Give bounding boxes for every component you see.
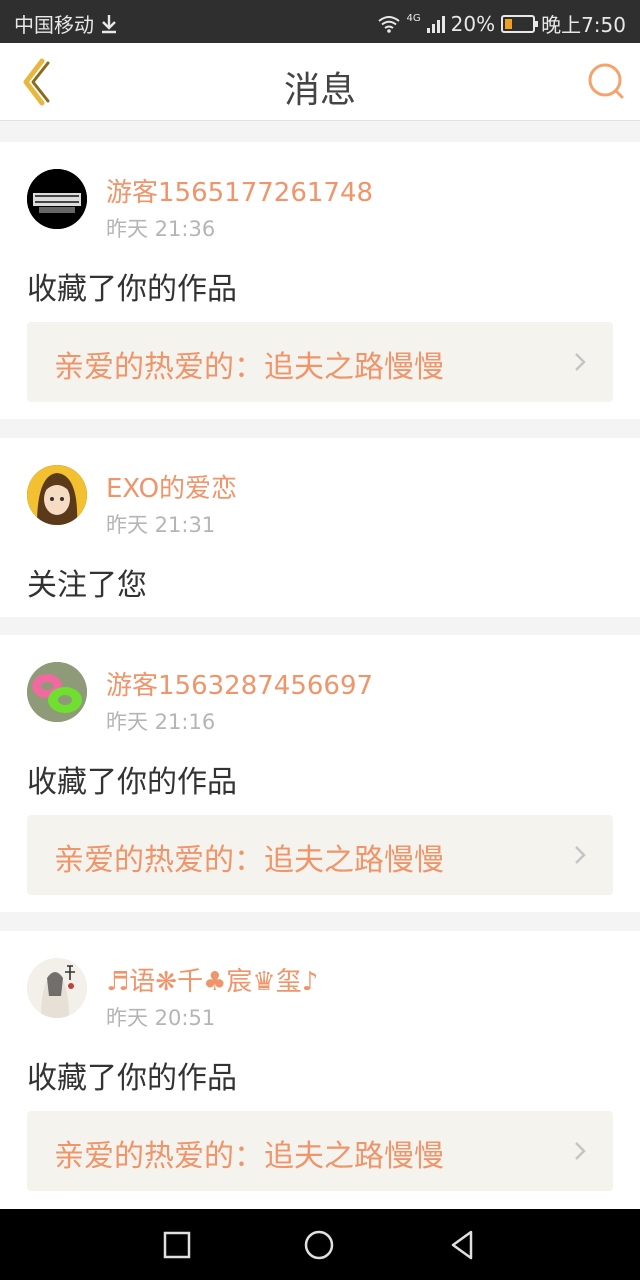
timestamp: 昨天 20:51 [106,1006,216,1030]
username[interactable]: 游客1563287456697 [106,665,373,702]
action-text: 收藏了你的作品 [27,765,237,800]
timestamp: 昨天 21:31 [106,513,216,537]
circle-icon[interactable] [302,1228,336,1262]
username[interactable]: ♬语❋千♣宸♛玺♪ [106,961,318,998]
avatar-image [27,465,87,525]
work-link[interactable]: 亲爱的热爱的：追夫之路慢慢 [27,322,613,402]
chevron-right-icon [575,1142,586,1160]
timestamp: 昨天 21:16 [106,710,216,734]
carrier-label: 中国移动 [14,13,94,37]
search-icon[interactable] [586,61,626,101]
app-header: 消息 [0,43,640,121]
message-card: 游客1563287456697 昨天 21:16 收藏了你的作品 亲爱的热爱的：… [0,635,640,912]
avatar-image [27,958,87,1018]
clock: 晚上7:50 [541,13,626,37]
signal-icon [426,15,445,33]
username[interactable]: 游客1565177261748 [106,172,373,209]
page-title: 消息 [283,70,356,111]
work-title: 亲爱的热爱的：追夫之路慢慢 [54,843,444,878]
username[interactable]: EXO的爱恋 [106,468,237,505]
chevron-right-icon [575,353,586,371]
message-card: 游客1565177261748 昨天 21:36 收藏了你的作品 亲爱的热爱的：… [0,142,640,419]
work-title: 亲爱的热爱的：追夫之路慢慢 [54,350,444,385]
work-title: 亲爱的热爱的：追夫之路慢慢 [54,1139,444,1174]
work-link[interactable]: 亲爱的热爱的：追夫之路慢慢 [27,1111,613,1191]
battery-icon [501,14,539,33]
avatar-image [27,169,87,229]
square-icon[interactable] [160,1228,194,1262]
action-text: 收藏了你的作品 [27,1061,237,1096]
battery-percent: 20% [450,11,496,36]
message-card: EXO的爱恋 昨天 21:31 关注了您 [0,438,640,617]
avatar[interactable] [27,662,87,722]
timestamp: 昨天 21:36 [106,217,216,241]
message-card: ♬语❋千♣宸♛玺♪ 昨天 20:51 收藏了你的作品 亲爱的热爱的：追夫之路慢慢 [0,931,640,1209]
avatar[interactable] [27,958,87,1018]
action-text: 收藏了你的作品 [27,272,237,307]
avatar[interactable] [27,465,87,525]
avatar-image [27,662,87,722]
status-bar: 中国移动 4G 20% 晚上7:50 [0,0,640,43]
system-nav-bar [0,1209,640,1280]
wifi-icon [377,15,400,33]
chevron-right-icon [575,846,586,864]
download-icon [102,14,116,33]
action-text: 关注了您 [27,568,147,603]
triangle-back-icon[interactable] [446,1228,480,1262]
work-link[interactable]: 亲爱的热爱的：追夫之路慢慢 [27,815,613,895]
avatar[interactable] [27,169,87,229]
network-type: 4G [406,13,421,24]
